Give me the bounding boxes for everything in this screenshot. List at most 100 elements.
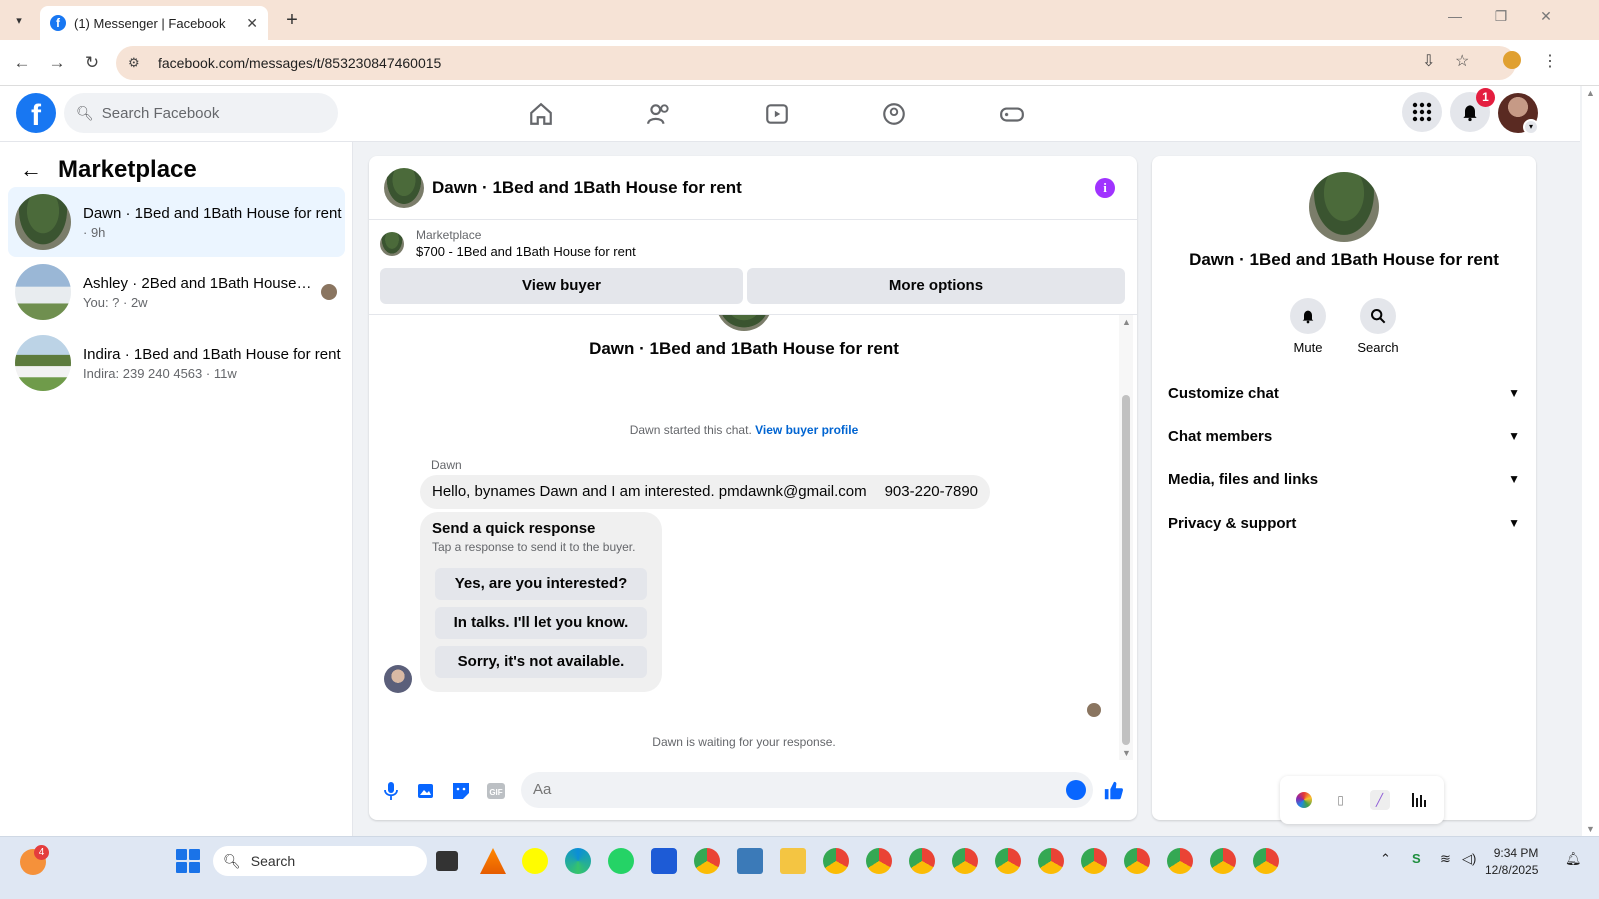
emoji-icon[interactable] [1066,780,1086,800]
page-scrollbar[interactable]: ▲ ▼ [1582,86,1599,836]
browser-menu-icon[interactable]: ⋮ [1542,51,1558,71]
wifi-icon[interactable]: ≋ [1440,851,1451,867]
info-name: Dawn · 1Bed and 1Bath House for rent [1189,250,1499,269]
mute-button[interactable]: Mute [1278,298,1338,355]
bookmark-star-icon[interactable]: ☆ [1455,51,1469,71]
minimize-button[interactable]: — [1440,8,1470,24]
chat-header-avatar[interactable] [384,167,424,208]
section-customize-chat[interactable]: Customize chat ▼ [1168,373,1520,413]
chrome-icon[interactable] [995,848,1021,874]
friends-icon[interactable] [643,98,675,130]
windows-start-icon[interactable] [176,849,200,873]
facebook-search-input[interactable]: 🔍︎ Search Facebook [64,93,338,133]
thread-title: Dawn · 1Bed and 1Bath House for rent [589,339,899,358]
scroll-down-arrow-icon[interactable]: ▼ [1586,824,1595,834]
gaming-icon[interactable] [996,98,1028,130]
scroll-thumb[interactable] [1122,395,1130,745]
seen-avatar [1087,703,1101,717]
thread-scrollbar[interactable]: ▲ ▼ [1119,315,1133,760]
reload-button[interactable]: ↻ [80,51,104,75]
scroll-up-arrow-icon[interactable]: ▲ [1122,317,1131,327]
chrome-icon[interactable] [1081,848,1107,874]
tab-search-dropdown[interactable]: ▾ [8,9,30,31]
chrome-icon[interactable] [952,848,978,874]
section-media-files-links[interactable]: Media, files and links ▼ [1168,459,1520,499]
site-info-icon[interactable]: ⚙ [128,55,146,71]
seen-avatar [321,284,337,300]
chrome-icon[interactable] [1167,848,1193,874]
task-view-icon[interactable] [436,851,458,871]
photo-icon[interactable] [414,779,438,803]
spreadsheet-tray-icon[interactable]: S [1412,851,1421,866]
quick-reply-in-talks-button[interactable]: In talks. I'll let you know. [435,607,647,639]
microphone-icon[interactable] [379,779,403,803]
show-hidden-icons-chevron-icon[interactable]: ⌃ [1380,851,1391,867]
chrome-icon[interactable] [1210,848,1236,874]
listing-title[interactable]: $700 - 1Bed and 1Bath House for rent [416,244,636,259]
snapchat-icon[interactable] [522,848,548,874]
browser-tab[interactable]: f (1) Messenger | Facebook ✕ [40,6,268,40]
view-buyer-button[interactable]: View buyer [380,268,743,304]
home-icon[interactable] [525,98,557,130]
scroll-down-arrow-icon[interactable]: ▼ [1122,748,1131,758]
conversation-item-dawn[interactable]: Dawn · 1Bed and 1Bath House for rent · 9… [8,187,345,257]
chat-header-name[interactable]: Dawn · 1Bed and 1Bath House for rent [432,178,742,198]
scroll-up-arrow-icon[interactable]: ▲ [1586,88,1595,98]
forward-button[interactable]: → [45,51,69,75]
search-icon: 🔍︎ [76,104,94,121]
chrome-icon[interactable] [823,848,849,874]
taskbar-clock[interactable]: 9:34 PM 12/8/2025 [1485,845,1538,879]
bar-chart-icon[interactable] [1409,790,1429,810]
whatsapp-icon[interactable] [608,848,634,874]
chrome-icon[interactable] [694,848,720,874]
gif-icon[interactable]: GIF [484,779,508,803]
search-conversation-button[interactable]: Search [1348,298,1408,355]
view-buyer-profile-link[interactable]: View buyer profile [755,423,858,437]
conversation-item-ashley[interactable]: Ashley · 2Bed and 1Bath House for rent Y… [8,257,345,327]
menu-grid-icon[interactable] [1402,92,1442,132]
like-thumb-icon[interactable] [1102,779,1126,803]
quick-reply-yes-button[interactable]: Yes, are you interested? [435,568,647,600]
message-input[interactable] [521,772,1093,808]
conversation-avatar [15,335,71,391]
back-button[interactable]: ← [10,51,34,75]
file-explorer-icon[interactable] [780,848,806,874]
section-privacy-support[interactable]: Privacy & support ▼ [1168,503,1520,543]
notification-bell-icon[interactable]: 🔔︎ [1565,851,1582,867]
chrome-icon[interactable] [1253,848,1279,874]
facebook-logo-icon[interactable]: f [16,93,56,133]
video-icon[interactable] [761,98,793,130]
chrome-icon[interactable] [1038,848,1064,874]
quick-reply-not-available-button[interactable]: Sorry, it's not available. [435,646,647,678]
close-tab-icon[interactable]: ✕ [246,15,258,32]
calculator-icon[interactable] [737,848,763,874]
conversation-item-indira[interactable]: Indira · 1Bed and 1Bath House for rent I… [8,328,345,398]
color-wheel-icon[interactable] [1295,792,1312,808]
taskbar-search-label: Search [250,853,296,869]
store-icon[interactable] [651,848,677,874]
browser-profile-icon[interactable] [1503,51,1521,69]
more-options-button[interactable]: More options [747,268,1125,304]
facebook-search-placeholder: Search Facebook [101,104,220,122]
chrome-icon[interactable] [866,848,892,874]
close-window-button[interactable]: ✕ [1531,8,1561,25]
groups-icon[interactable] [878,98,910,130]
edge-icon[interactable] [565,848,591,874]
chrome-icon[interactable] [1124,848,1150,874]
vlc-icon[interactable] [480,848,506,874]
volume-icon[interactable]: ◁) [1462,851,1476,867]
install-app-icon[interactable]: ⇩ [1422,51,1435,71]
pen-icon[interactable]: ╱ [1369,790,1390,810]
back-arrow-icon[interactable]: ← [20,157,42,183]
section-chat-members[interactable]: Chat members ▼ [1168,416,1520,456]
new-tab-button[interactable]: + [280,9,304,32]
sticker-icon[interactable] [449,779,473,803]
info-icon[interactable]: i [1095,178,1115,198]
account-chevron-icon[interactable]: ▾ [1523,119,1539,135]
taskbar-search-box[interactable]: 🔍︎ Search [213,846,427,876]
chrome-icon[interactable] [909,848,935,874]
url-field[interactable]: ⚙ facebook.com/messages/t/85323084746001… [116,46,1516,80]
maximize-button[interactable]: ❐ [1486,8,1516,25]
message-thread: Dawn · 1Bed and 1Bath House for rent Daw… [369,315,1119,760]
cup-icon[interactable]: ▯ [1331,790,1351,810]
